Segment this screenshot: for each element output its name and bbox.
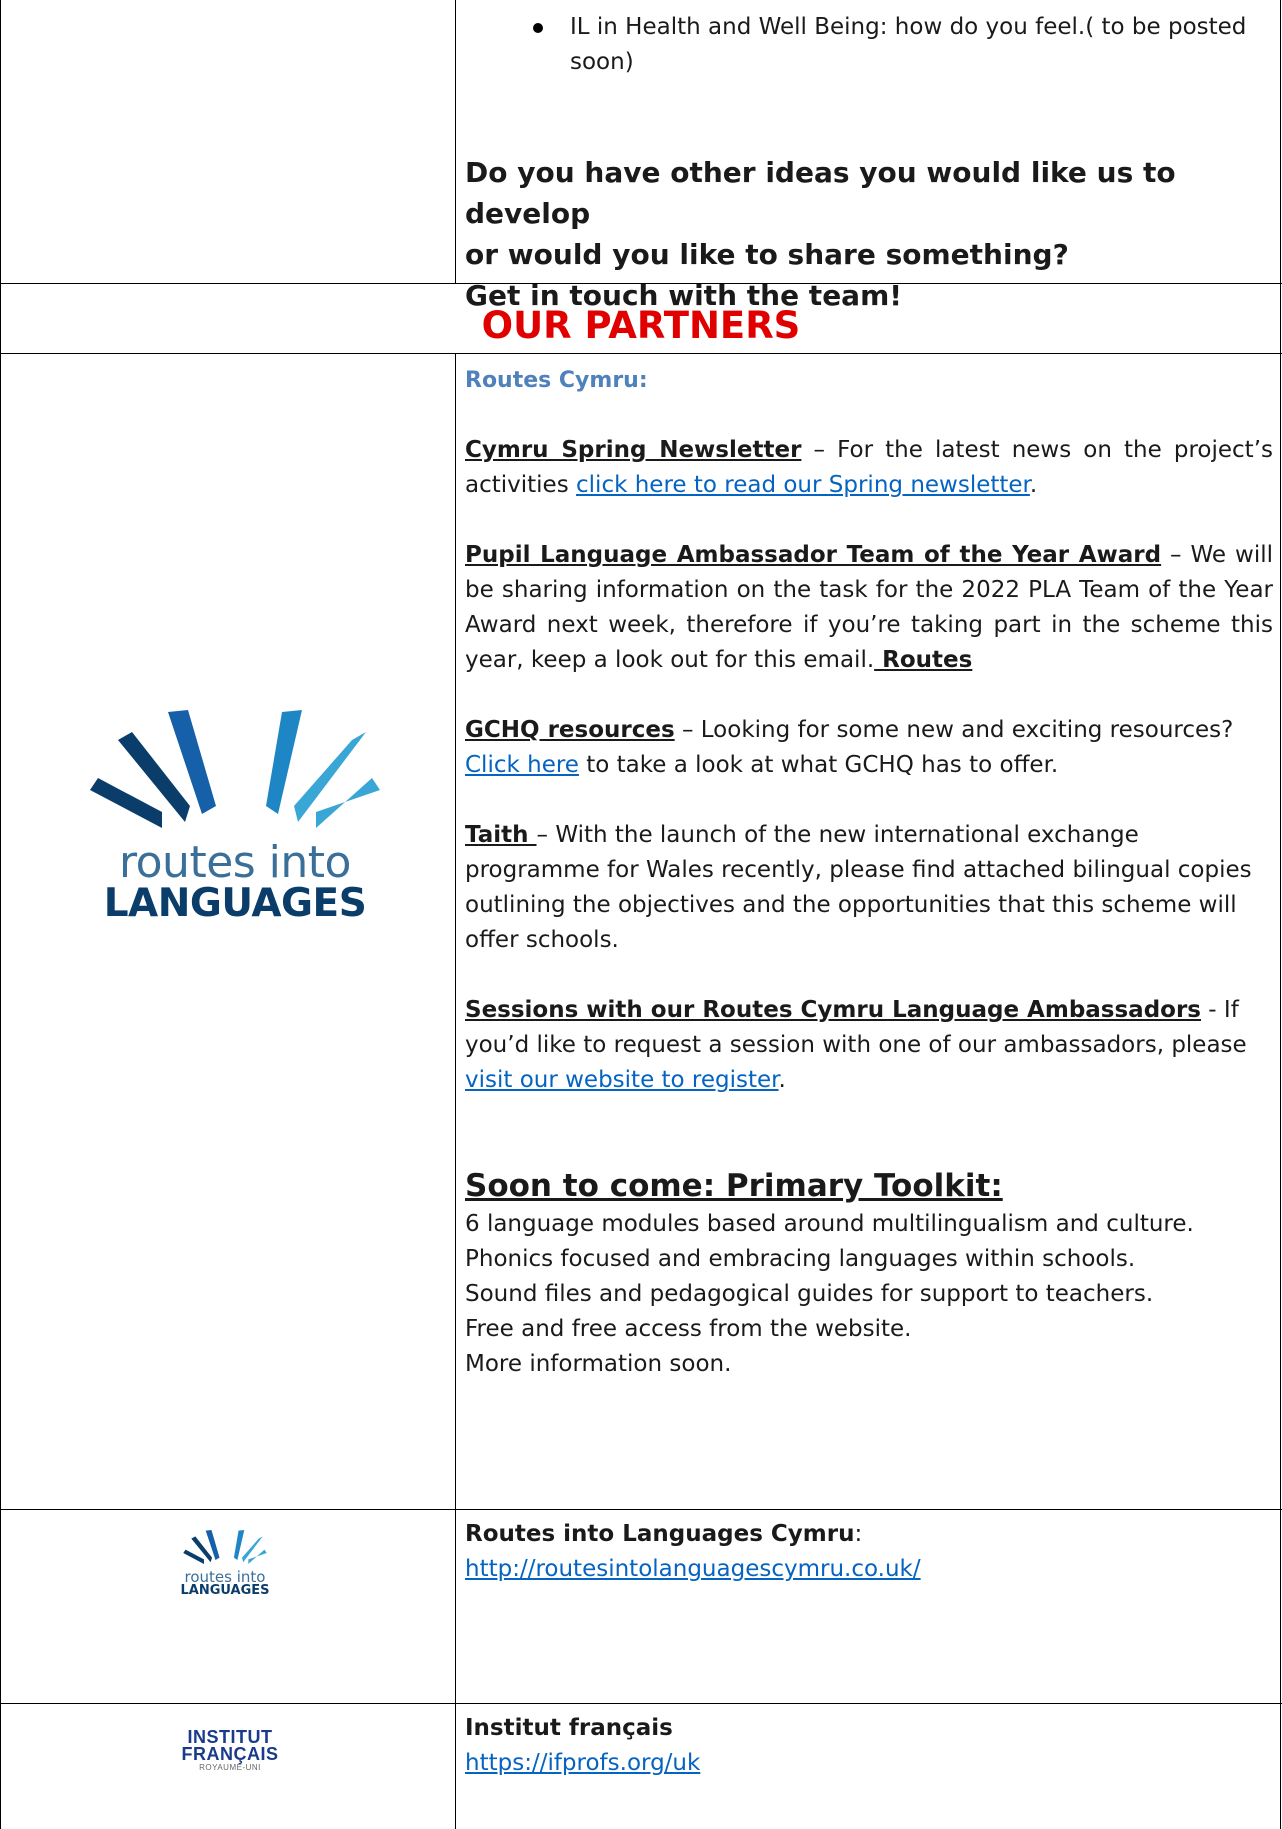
institut-francais-logo: INSTITUT FRANÇAIS ROYAUME-UNI (181, 1727, 279, 1772)
routes-fan-icon (90, 710, 380, 828)
row-divider-3 (0, 1509, 1282, 1510)
contact-question: Do you have other ideas you would like u… (465, 156, 1176, 312)
gchq-link[interactable]: Click here (465, 752, 579, 778)
toolkit-line: 6 language modules based around multilin… (465, 1211, 1194, 1237)
org-name: Institut français (465, 1715, 673, 1741)
toolkit-line: More information soon. (465, 1351, 732, 1377)
column-divider-top (455, 0, 456, 283)
routes-into-languages-logo-small: routes into LANGUAGES (170, 1530, 280, 1597)
row-divider-4 (0, 1703, 1282, 1704)
column-divider-bottom (455, 353, 456, 1829)
newsletter-link[interactable]: click here to read our Spring newsletter (576, 472, 1030, 498)
logo-word-routes-into: routes into (184, 1568, 266, 1586)
partners-heading: OUR PARTNERS (481, 304, 801, 347)
table-border-left (0, 0, 1, 1829)
gchq-paragraph: GCHQ resources – Looking for some new an… (465, 717, 1234, 778)
routes-cymru-label: Routes Cymru: (465, 368, 648, 393)
toolkit-line: Free and free access from the website. (465, 1316, 912, 1342)
table-border-right (1280, 0, 1281, 1829)
routes-cymru-content: Routes Cymru: Cymru Spring Newsletter – … (465, 363, 1273, 1382)
logo-word-routes-into: routes into (119, 837, 351, 888)
row-divider-2 (0, 353, 1282, 354)
bullet-dot-icon (533, 23, 543, 33)
toolkit-line: Sound files and pedagogical guides for s… (465, 1281, 1154, 1307)
routes-cymru-row: Routes into Languages Cymru: http://rout… (465, 1517, 1273, 1587)
newsletter-paragraph: Cymru Spring Newsletter – For the latest… (465, 437, 1273, 498)
toolkit-line: Phonics focused and embracing languages … (465, 1246, 1136, 1272)
institut-francais-url-link[interactable]: https://ifprofs.org/uk (465, 1750, 700, 1776)
pla-award-paragraph: Pupil Language Ambassador Team of the Ye… (465, 542, 1273, 673)
toolkit-heading: Soon to come: Primary Toolkit: (465, 1168, 1003, 1204)
register-link[interactable]: visit our website to register (465, 1067, 779, 1093)
list-item: IL in Health and Well Being: how do you … (465, 10, 1280, 80)
taith-paragraph: Taith – With the launch of the new inter… (465, 822, 1252, 953)
logo-word-languages: LANGUAGES (103, 881, 367, 926)
routes-fan-icon (183, 1530, 267, 1564)
institut-francais-row: Institut français https://ifprofs.org/uk (465, 1711, 1273, 1781)
org-name: Routes into Languages Cymru: (465, 1521, 863, 1547)
logo-word-languages: LANGUAGES (180, 1583, 270, 1598)
routes-cymru-url-link[interactable]: http://routesintolanguagescymru.co.uk/ (465, 1556, 921, 1582)
bullet-list: IL in Health and Well Being: how do you … (465, 10, 1280, 80)
sessions-paragraph: Sessions with our Routes Cymru Language … (465, 997, 1247, 1093)
routes-into-languages-logo: routes into LANGUAGES (90, 710, 380, 923)
